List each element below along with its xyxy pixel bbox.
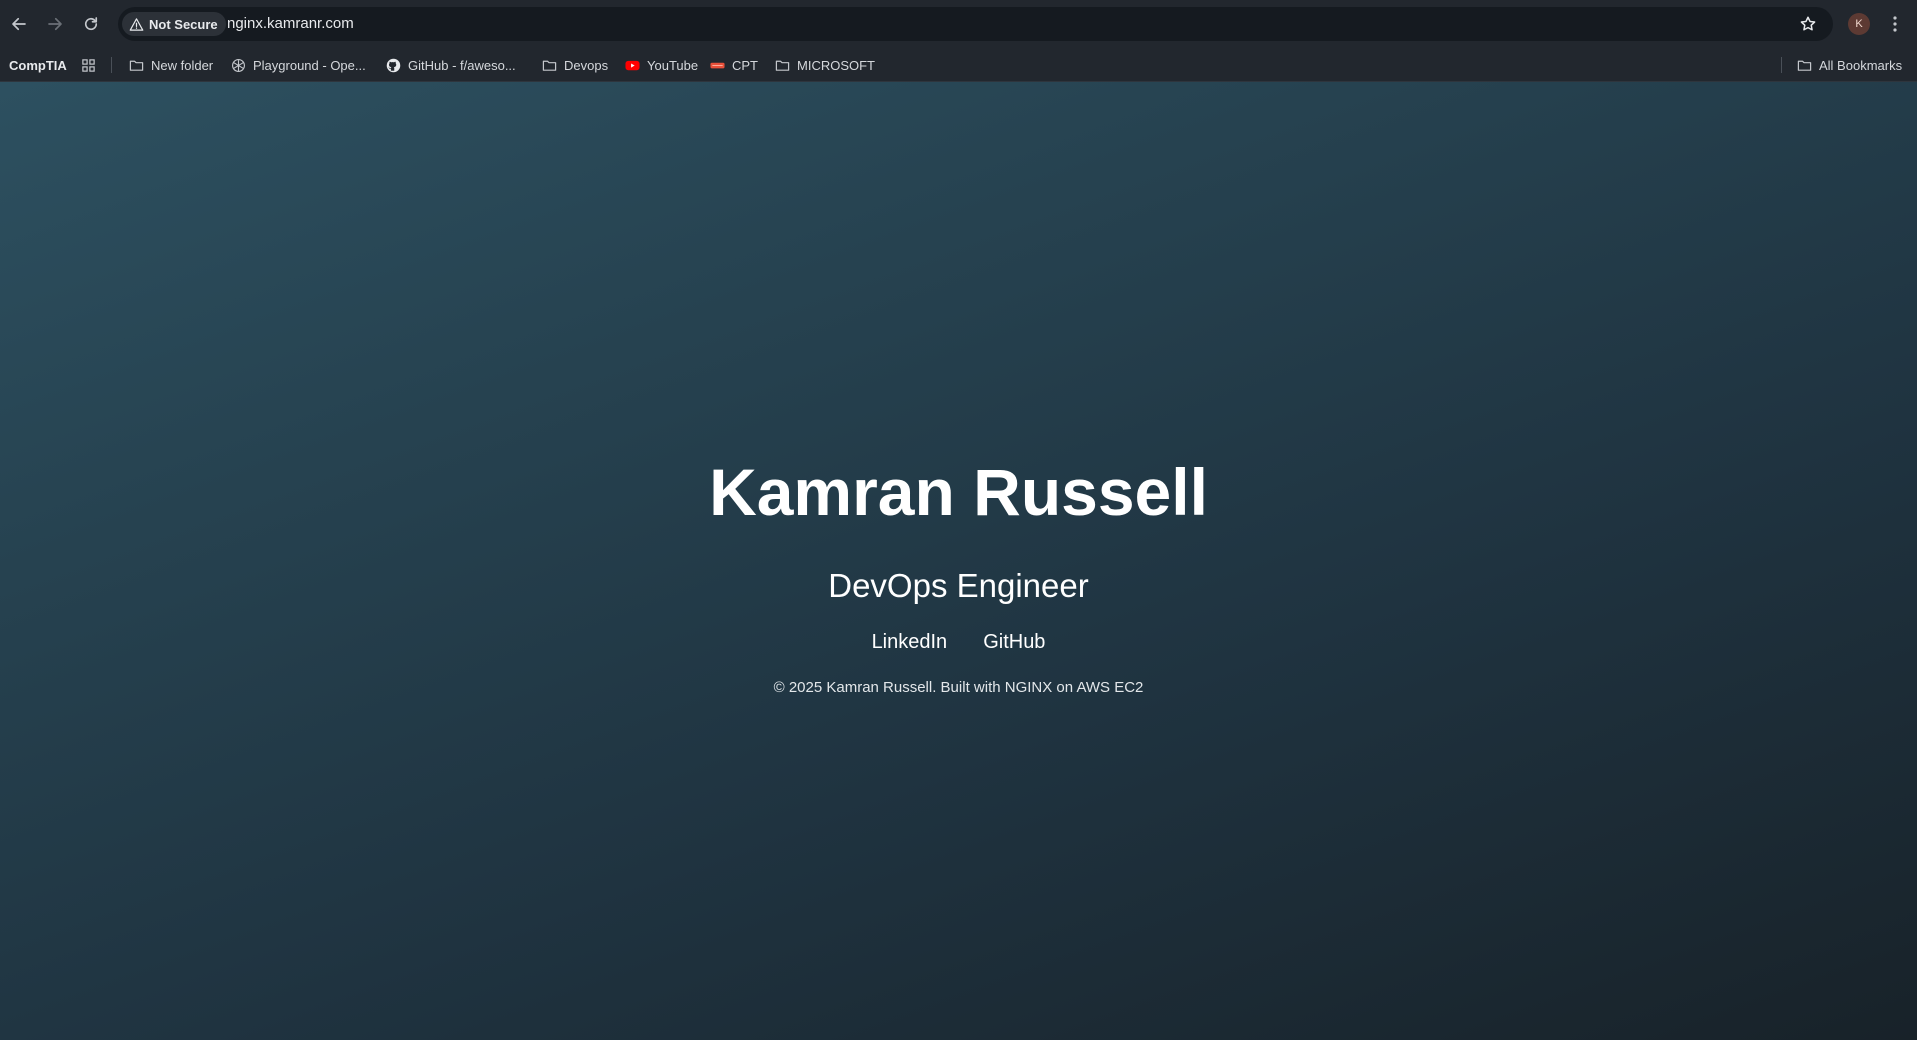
bookmark-label: GitHub - f/aweso...: [408, 57, 516, 73]
linkedin-link[interactable]: LinkedIn: [872, 628, 948, 656]
github-icon: [386, 58, 401, 72]
apps-button[interactable]: [81, 48, 96, 82]
star-icon: [1800, 16, 1816, 31]
folder-icon: [775, 60, 790, 71]
browser-menu-button[interactable]: [1884, 12, 1906, 36]
address-bar[interactable]: Not Secure nginx.kamranr.com: [118, 7, 1833, 41]
all-bookmarks-button[interactable]: All Bookmarks: [1797, 48, 1902, 82]
arrow-right-icon: [48, 17, 62, 31]
youtube-icon: [625, 60, 640, 70]
bookmark-cpt[interactable]: CPT: [710, 48, 758, 82]
back-button[interactable]: [5, 10, 33, 38]
url-text[interactable]: nginx.kamranr.com: [227, 7, 354, 41]
security-chip[interactable]: Not Secure: [122, 12, 226, 36]
bookmark-label: YouTube: [647, 57, 699, 73]
browser-toolbar: Not Secure nginx.kamranr.com K: [0, 0, 1917, 48]
footer-copyright: © 2025 Kamran Russell. Built with NGINX …: [773, 679, 1144, 696]
bookmarks-divider: [111, 57, 112, 73]
bookmarks-bar: CompTIA New folder Playground - Ope... G…: [0, 48, 1917, 82]
bookmark-devops[interactable]: Devops: [542, 48, 608, 82]
bookmark-new-folder[interactable]: New folder: [129, 48, 213, 82]
bookmark-youtube[interactable]: YouTube: [625, 48, 698, 82]
all-bookmarks-label: All Bookmarks: [1819, 57, 1903, 73]
bookmark-label: MICROSOFT: [797, 57, 875, 73]
job-title: DevOps Engineer: [828, 567, 1089, 604]
folder-icon: [1797, 60, 1812, 71]
reload-button[interactable]: [77, 10, 105, 38]
bookmark-label: Playground - Ope...: [253, 57, 366, 73]
arrow-left-icon: [12, 17, 26, 31]
reload-icon: [84, 17, 98, 31]
openai-icon: [232, 58, 245, 72]
folder-icon: [542, 60, 557, 71]
page-viewport: Kamran Russell DevOps Engineer LinkedIn …: [0, 82, 1917, 1040]
more-vertical-icon: [1893, 16, 1897, 32]
profile-avatar[interactable]: K: [1848, 13, 1870, 35]
bookmarks-divider: [1781, 57, 1782, 73]
page-title: Kamran Russell: [709, 455, 1208, 529]
bookmark-label: Devops: [564, 57, 609, 73]
security-label: Not Secure: [149, 16, 218, 32]
apps-grid-icon: [82, 58, 95, 72]
bookmark-microsoft[interactable]: MICROSOFT: [775, 48, 875, 82]
bookmark-label: CompTIA: [9, 57, 67, 73]
bookmark-playground[interactable]: Playground - Ope...: [231, 48, 366, 82]
bookmark-label: New folder: [151, 57, 214, 73]
hero-section: Kamran Russell DevOps Engineer LinkedIn …: [0, 454, 1917, 698]
bookmark-label: CPT: [732, 57, 758, 73]
bookmark-github[interactable]: GitHub - f/aweso...: [386, 48, 516, 82]
bookmark-comptia[interactable]: CompTIA: [9, 48, 67, 82]
folder-icon: [129, 60, 144, 71]
warning-icon: [129, 17, 144, 31]
cpt-icon: [710, 62, 725, 68]
social-links: LinkedIn GitHub: [0, 628, 1917, 656]
bookmark-star-button[interactable]: [1797, 13, 1819, 35]
forward-button[interactable]: [41, 10, 69, 38]
github-link[interactable]: GitHub: [983, 628, 1045, 656]
